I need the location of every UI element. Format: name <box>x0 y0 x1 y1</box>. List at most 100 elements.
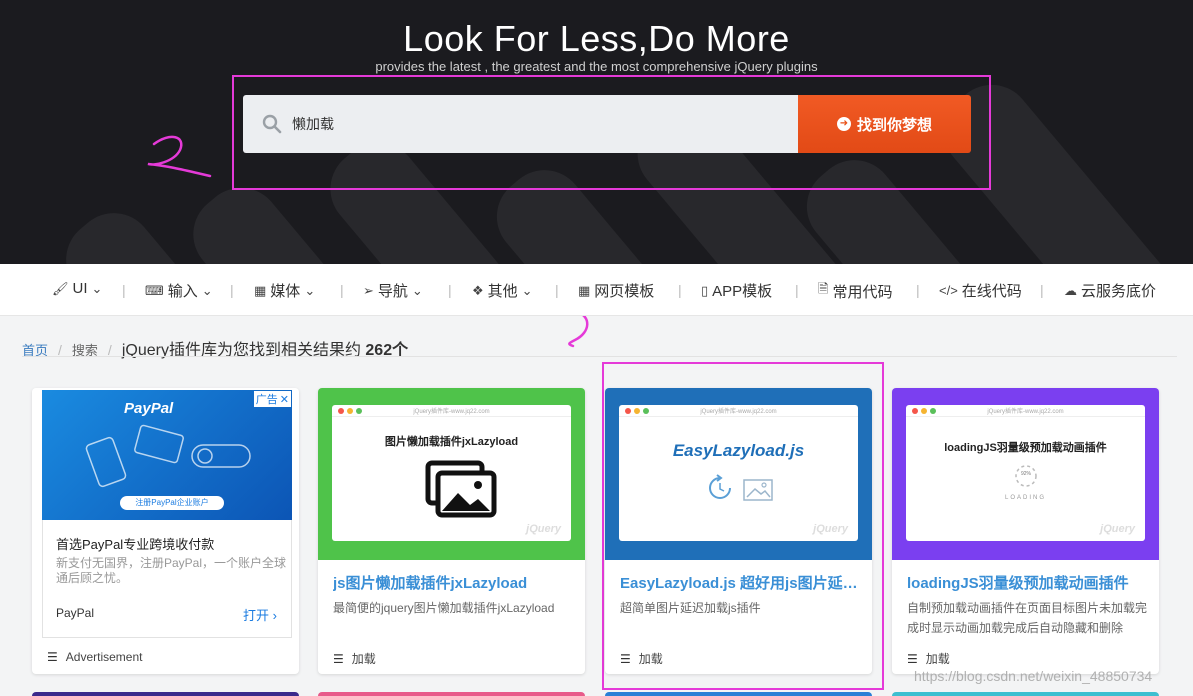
plugin-tag-label: 加载 <box>925 652 950 666</box>
list-icon: ☰ <box>907 651 918 666</box>
chevron-down-icon: ⌄ <box>411 282 423 298</box>
ad-open-label: 打开 <box>243 608 270 623</box>
arrow-circle-icon: ➜ <box>836 117 851 131</box>
nav-separator: | <box>1040 282 1044 298</box>
search-input[interactable] <box>292 110 772 138</box>
browser-url: jQuery插件库-www.jq22.com <box>413 409 490 415</box>
search-button-label: 找到你梦想 <box>856 116 932 134</box>
ad-badge-label: 广告 <box>255 394 278 406</box>
nav-separator: | <box>795 282 799 298</box>
ad-choice-badge[interactable]: 广告 ✕ <box>253 391 291 407</box>
ad-open-link[interactable]: 打开 › <box>243 605 277 624</box>
code-file-icon: 🗎 <box>818 281 829 296</box>
image-gallery-icon <box>425 460 497 518</box>
grid-icon: ▦ <box>578 282 591 298</box>
next-card-peek <box>32 692 299 696</box>
plugin-card[interactable]: jQuery插件库-www.jq22.com loadingJS羽量级预加载动画… <box>892 388 1159 674</box>
list-icon: ☰ <box>620 651 631 666</box>
hero-subtitle: provides the latest , the greatest and t… <box>375 59 818 74</box>
nav-item-navigation[interactable]: ➢ 导航 ⌄ <box>363 280 423 301</box>
browser-url: jQuery插件库-www.jq22.com <box>700 409 777 415</box>
nav-item-label: APP模板 <box>712 283 773 300</box>
nav-item-common-code[interactable]: 🗎 常用代码 <box>818 280 892 302</box>
nav-separator: | <box>678 282 682 298</box>
browser-preview: jQuery插件库-www.jq22.com loadingJS羽量级预加载动画… <box>906 405 1145 541</box>
plugin-description: 最简便的jquery图片懒加载插件jxLazyload <box>333 601 555 615</box>
plugin-card[interactable]: jQuery插件库-www.jq22.com EasyLazyload.js j… <box>605 388 872 674</box>
nav-item-label: 常用代码 <box>832 283 893 301</box>
category-nav: 🖌 UI ⌄ | ⌨ 输入 ⌄ | ▦ 媒体 ⌄ | ➢ 导航 ⌄ | ❖ 其他… <box>0 264 1193 316</box>
ad-footer-label: Advertisement <box>65 650 143 664</box>
nav-item-ui[interactable]: 🖌 UI ⌄ <box>52 280 102 297</box>
plugin-tag-label: 加载 <box>638 652 663 666</box>
nav-item-label: 导航 <box>377 283 408 300</box>
preview-watermark-logo: jQuery <box>1100 523 1135 535</box>
browser-bar: jQuery插件库-www.jq22.com <box>332 405 571 417</box>
nav-item-online-code[interactable]: </> 在线代码 <box>939 280 1022 301</box>
breadcrumb-divider <box>22 356 1177 357</box>
preview-title: loadingJS羽量级预加载动画插件 <box>944 442 1107 454</box>
nav-separator: | <box>555 282 559 298</box>
ad-cta-button[interactable]: 注册PayPal企业账户 <box>120 496 224 510</box>
plugin-tag[interactable]: ☰ 加载 <box>620 650 663 667</box>
plugin-tag-label: 加载 <box>351 652 376 666</box>
plugin-card[interactable]: jQuery插件库-www.jq22.com 图片懒加载插件jxLazyload… <box>318 388 585 674</box>
nav-item-other[interactable]: ❖ 其他 ⌄ <box>472 280 533 301</box>
nav-item-cloud-pricing[interactable]: ☁ 云服务底价 <box>1064 280 1156 301</box>
mobile-icon: ▯ <box>701 282 709 298</box>
search-button[interactable]: ➜ 找到你梦想 <box>798 95 971 153</box>
preview-loading-text: LOADING <box>1004 495 1046 501</box>
next-card-peek <box>318 692 585 696</box>
browser-preview: jQuery插件库-www.jq22.com 图片懒加载插件jxLazyload… <box>332 405 571 541</box>
plugin-title[interactable]: loadingJS羽量级预加载动画插件 <box>907 572 1147 593</box>
ad-body[interactable]: 首选PayPal专业跨境收付款 新支付无国界，注册PayPal，一个账户全球通后… <box>42 520 292 638</box>
plugin-tag[interactable]: ☰ 加载 <box>907 650 950 667</box>
nav-item-label: 其他 <box>487 283 518 300</box>
plugin-thumbnail[interactable]: jQuery插件库-www.jq22.com loadingJS羽量级预加载动画… <box>892 388 1159 560</box>
hero-title: Look For Less,Do More <box>403 18 790 59</box>
code-icon: </> <box>939 283 958 298</box>
send-icon: ➢ <box>363 282 374 298</box>
nav-separator: | <box>448 282 452 298</box>
plugin-thumbnail[interactable]: jQuery插件库-www.jq22.com 图片懒加载插件jxLazyload… <box>318 388 585 560</box>
nav-item-input[interactable]: ⌨ 输入 ⌄ <box>145 280 213 301</box>
chevron-right-icon: › <box>272 608 277 623</box>
list-icon: ☰ <box>47 650 58 664</box>
ad-banner-image[interactable]: PayPal 广告 ✕ 注册PayPal企业账户 <box>42 390 292 520</box>
preview-watermark-logo: jQuery <box>813 523 848 535</box>
film-icon: ▦ <box>254 282 267 298</box>
nav-separator: | <box>230 282 234 298</box>
nav-item-label: UI <box>72 280 88 297</box>
plugin-tag[interactable]: ☰ 加载 <box>333 650 376 667</box>
cloud-icon: ☁ <box>1064 282 1077 298</box>
close-icon[interactable]: ✕ <box>280 394 289 406</box>
nav-separator: | <box>340 282 344 298</box>
preview-title: 图片懒加载插件jxLazyload <box>384 436 519 448</box>
list-icon: ☰ <box>333 651 344 666</box>
image-icon <box>743 479 773 501</box>
ad-advertiser: PayPal <box>56 606 95 620</box>
watermark-text: https://blog.csdn.net/weixin_48850734 <box>914 668 1153 684</box>
plugin-title[interactable]: EasyLazyload.js 超好用js图片延迟加载插件 <box>620 572 860 593</box>
keyboard-icon: ⌨ <box>145 282 164 298</box>
plugin-title[interactable]: js图片懒加载插件jxLazyload <box>333 572 573 593</box>
next-card-peek <box>605 692 872 696</box>
nav-item-app-templates[interactable]: ▯ APP模板 <box>701 280 772 301</box>
ad-footer: ☰ Advertisement <box>47 650 142 664</box>
browser-url: jQuery插件库-www.jq22.com <box>987 409 1064 415</box>
nav-item-web-templates[interactable]: ▦ 网页模板 <box>578 280 654 301</box>
nav-item-media[interactable]: ▦ 媒体 ⌄ <box>254 280 315 301</box>
browser-preview: jQuery插件库-www.jq22.com EasyLazyload.js j… <box>619 405 858 541</box>
ad-text: 新支付无国界，注册PayPal，一个账户全球通后顾之忧。 <box>56 556 287 585</box>
nav-item-label: 网页模板 <box>594 283 655 300</box>
nav-item-label: 媒体 <box>270 283 301 300</box>
ad-headline[interactable]: 首选PayPal专业跨境收付款 <box>56 534 214 553</box>
refresh-icon <box>709 474 731 499</box>
preview-watermark-logo: jQuery <box>526 523 561 535</box>
nav-separator: | <box>122 282 126 298</box>
ad-card[interactable]: PayPal 广告 ✕ 注册PayPal企业账户 首选PayPal专业跨境收付款 … <box>32 388 299 674</box>
brush-icon: 🖌 <box>52 280 69 296</box>
dropbox-icon: ❖ <box>472 282 484 298</box>
plugin-thumbnail[interactable]: jQuery插件库-www.jq22.com EasyLazyload.js j… <box>605 388 872 560</box>
preview-percent: 92% <box>1020 471 1031 477</box>
